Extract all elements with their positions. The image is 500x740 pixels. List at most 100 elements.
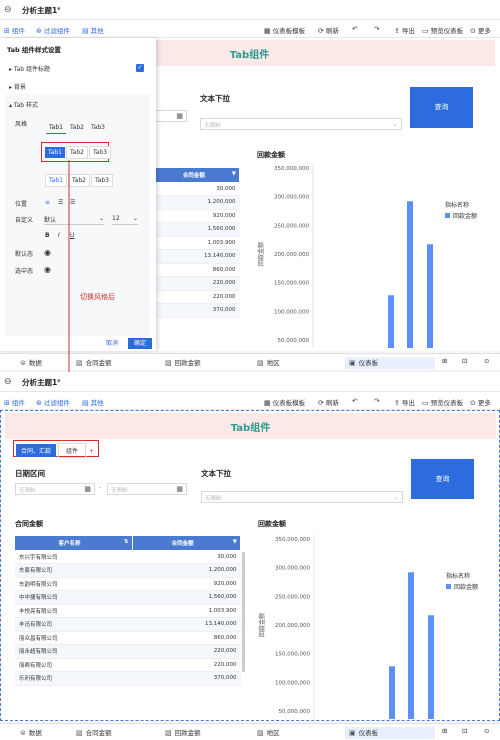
customer-cell: 东兴宇有限公司 <box>15 550 132 564</box>
more-button[interactable]: ⊙ 更多 <box>470 397 491 407</box>
tab-contract-remit[interactable]: 合同、汇款 <box>16 444 57 457</box>
dashboard-icon: ▣ <box>349 729 356 737</box>
export-icon: ⇪ <box>394 399 400 407</box>
table-row: 乐利有限公司 370,000 <box>15 671 241 686</box>
bottom-tabs: ⊜ 数据 ▨ 合同金额 ▨ 回款金额 ▨ 地区 ▣ 仪表板 ⊞ ⊡ ⊙ <box>0 723 500 740</box>
table-row: 东套有限公司 1,200,000 <box>15 563 241 578</box>
customer-cell: 乐利有限公司 <box>15 671 132 686</box>
template-button[interactable]: ▦ 仪表板模板 <box>264 397 305 407</box>
collection-chart: 350,000,000 300,000,000 250,000,000 200,000… <box>258 535 478 719</box>
y-tick-label: 300,000,000 <box>275 566 310 572</box>
tab-dashboard[interactable]: ▣ 仪表板 <box>345 727 435 739</box>
sort-icon[interactable]: ⇅ <box>124 539 129 545</box>
query-button[interactable]: 查询 <box>411 459 474 499</box>
amount-cell: 860,000 <box>132 631 241 645</box>
component-button[interactable]: ⊞ 组件 <box>4 397 25 407</box>
component-icon: ⊞ <box>4 399 10 407</box>
table-row: 丰悦亮有限公司 1,003,900 <box>15 604 241 618</box>
undo-icon[interactable]: ↶ <box>352 397 357 405</box>
amount-cell: 1,003,900 <box>132 604 241 618</box>
preview-icon: ▭ <box>422 399 429 407</box>
contract-title: 合同金额 <box>15 520 43 528</box>
y-tick-label: 250,000,000 <box>275 594 310 600</box>
tab-component[interactable]: Tab组件 <box>5 413 496 439</box>
bar <box>389 666 395 719</box>
amount-cell: 30,000 <box>132 550 241 564</box>
export-button[interactable]: ⇪ 导出 <box>394 397 415 407</box>
preview-button[interactable]: ▭ 预览仪表板 <box>422 397 463 407</box>
date-start-input[interactable]: 无限制 ▦ <box>15 483 95 495</box>
y-tick-label: 100,000,000 <box>275 680 310 686</box>
other-icon: ▤ <box>82 399 89 407</box>
customer-cell: 丽卿有限公司 <box>15 658 132 672</box>
table-row: 中中捷有限公司 1,560,000 <box>15 590 241 605</box>
tab-component-item[interactable]: 组件 <box>58 443 87 458</box>
text-dropdown-label: 文本下拉 <box>201 469 231 478</box>
calendar-icon[interactable]: ▦ <box>84 485 91 493</box>
chart-icon: ▨ <box>257 729 264 737</box>
tab-strip: 合同、汇款 组件 + <box>16 443 94 458</box>
text-dropdown[interactable]: 无限制 ⌄ <box>201 491 403 503</box>
table-row: 丰迅有限公司 13,140,000 <box>15 617 241 632</box>
refresh-icon: ⟳ <box>318 399 324 407</box>
y-tick-label: 350,000,000 <box>275 537 310 543</box>
template-icon: ▦ <box>264 399 271 407</box>
date-range-label: 日期区间 <box>15 469 45 478</box>
bar <box>408 572 414 719</box>
legend-swatch <box>446 584 451 589</box>
amount-cell: 220,000 <box>132 644 241 659</box>
customer-cell: 丰悦亮有限公司 <box>15 604 132 618</box>
title-bar: ⊖ 分析主题1 ▾ <box>0 372 500 392</box>
collapse-icon[interactable]: ⊙ <box>484 727 489 739</box>
tab-region[interactable]: ▨ 地区 <box>257 727 280 739</box>
amount-cell: 1,200,000 <box>132 563 241 578</box>
contract-table: 客户名称 ⇅ 合同金额 ▼ 东兴宇有限公司 30,000 东套有限公司 1,200,0… <box>15 536 241 686</box>
col-amount-header[interactable]: 合同金额 ▼ <box>132 536 241 550</box>
calendar-icon[interactable]: ▦ <box>176 485 183 493</box>
bar <box>428 615 434 719</box>
add-chart-icon[interactable]: ⊡ <box>462 727 467 739</box>
collection-title: 回款金额 <box>258 520 286 528</box>
tab-data[interactable]: ⊜ 数据 <box>20 727 42 739</box>
customer-cell: 东套有限公司 <box>15 563 132 578</box>
amount-cell: 13,140,000 <box>132 617 241 632</box>
table-scrollbar[interactable] <box>242 552 245 672</box>
y-tick-label: 200,000,000 <box>275 623 310 629</box>
back-icon[interactable]: ⊖ <box>4 377 12 387</box>
tab-collection-amount[interactable]: ▨ 回款金额 <box>165 727 201 739</box>
table-row: 丽众昌有限公司 860,000 <box>15 631 241 645</box>
other-button[interactable]: ▤ 其他 <box>82 397 104 407</box>
dropdown-icon[interactable]: ▼ <box>233 539 237 545</box>
date-end-input[interactable]: 无限制 ▦ <box>107 483 187 495</box>
toolbar: ⊞ 组件 ⊛ 过滤组件 ▤ 其他 ▦ 仪表板模板 ⟳ 刷新 ↶ ↷ ⇪ 导出 ▭ 预览仪表板 … <box>0 392 500 410</box>
y-tick-label: 150,000,000 <box>275 652 310 658</box>
customer-cell: 丽众昌有限公司 <box>15 631 132 645</box>
amount-cell: 370,000 <box>132 671 241 686</box>
table-body: 东兴宇有限公司 30,000 东套有限公司 1,200,000 东韵明有限公司 920,0… <box>15 550 241 686</box>
database-icon: ⊜ <box>20 729 26 737</box>
tab-contract-amount[interactable]: ▨ 合同金额 <box>76 727 112 739</box>
table-row: 东韵明有限公司 920,000 <box>15 577 241 591</box>
col-customer-header[interactable]: 客户名称 ⇅ <box>15 536 133 550</box>
amount-cell: 220,000 <box>132 658 241 672</box>
theme-name[interactable]: 分析主题1 <box>22 377 57 388</box>
customer-cell: 丰迅有限公司 <box>15 617 132 632</box>
redo-icon[interactable]: ↷ <box>374 397 379 405</box>
customer-cell: 东韵明有限公司 <box>15 577 132 591</box>
date-separator: - <box>99 484 102 491</box>
dashboard-canvas: Tab组件 合同、汇款 组件 + 日期区间 无限制 ▦ - 无限制 ▦ 文本下拉 无限制… <box>0 410 500 721</box>
chevron-down-icon[interactable]: ▾ <box>57 377 61 385</box>
amount-cell: 920,000 <box>132 577 241 591</box>
table-row: 东兴宇有限公司 30,000 <box>15 550 241 564</box>
refresh-button[interactable]: ⟳ 刷新 <box>318 397 339 407</box>
filter-component-button[interactable]: ⊛ 过滤组件 <box>36 397 70 407</box>
table-row: 丽卿有限公司 220,000 <box>15 658 241 672</box>
add-tab-icon[interactable]: + <box>89 448 94 455</box>
table-row: 丽永超有限公司 220,000 <box>15 644 241 659</box>
amount-cell: 1,560,000 <box>132 590 241 605</box>
tab-component-title: Tab组件 <box>230 423 271 434</box>
add-dashboard-icon[interactable]: ⊞ <box>442 727 447 739</box>
legend-item: 回款金额 <box>454 583 478 591</box>
chevron-down-icon: ⌄ <box>393 493 399 501</box>
y-axis-label: 回款金额 <box>258 613 266 637</box>
